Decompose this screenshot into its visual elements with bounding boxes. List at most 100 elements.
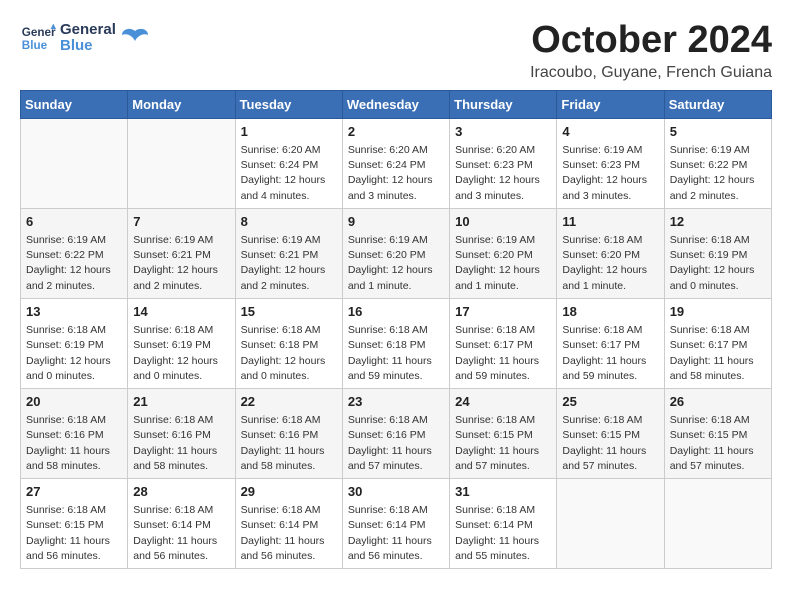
- day-info: Sunrise: 6:18 AM Sunset: 6:16 PM Dayligh…: [348, 413, 444, 474]
- day-number: 27: [26, 483, 122, 501]
- day-number: 15: [241, 303, 337, 321]
- day-info: Sunrise: 6:19 AM Sunset: 6:23 PM Dayligh…: [562, 143, 658, 204]
- main-title: October 2024: [530, 20, 772, 62]
- calendar-day-19: 19 Sunrise: 6:18 AM Sunset: 6:17 PM Dayli…: [664, 298, 771, 388]
- calendar-day-9: 9 Sunrise: 6:19 AM Sunset: 6:20 PM Daylig…: [342, 208, 449, 298]
- calendar-day-14: 14Sunrise: 6:18 AM Sunset: 6:19 PM Dayli…: [128, 298, 235, 388]
- day-info: Sunrise: 6:18 AM Sunset: 6:17 PM Dayligh…: [670, 323, 766, 384]
- day-info: Sunrise: 6:19 AM Sunset: 6:20 PM Dayligh…: [348, 233, 444, 294]
- subtitle: Iracoubo, Guyane, French Guiana: [530, 64, 772, 82]
- day-number: 10: [455, 213, 551, 231]
- calendar-day-25: 25 Sunrise: 6:18 AM Sunset: 6:15 PM Dayli…: [557, 388, 664, 478]
- day-header-saturday: Saturday: [664, 90, 771, 118]
- calendar-day-2: 2 Sunrise: 6:20 AM Sunset: 6:24 PM Daylig…: [342, 118, 449, 208]
- day-number: 31: [455, 483, 551, 501]
- day-info: Sunrise: 6:18 AM Sunset: 6:15 PM Dayligh…: [562, 413, 658, 474]
- day-number: 26: [670, 393, 766, 411]
- day-info: Sunrise: 6:19 AM Sunset: 6:22 PM Dayligh…: [26, 233, 122, 294]
- day-header-monday: Monday: [128, 90, 235, 118]
- logo-swoosh-icon: [120, 23, 150, 53]
- calendar-day-18: 18Sunrise: 6:18 AM Sunset: 6:17 PM Dayli…: [557, 298, 664, 388]
- day-number: 25: [562, 393, 658, 411]
- calendar-day-20: 20 Sunrise: 6:18 AM Sunset: 6:16 PM Dayli…: [21, 388, 128, 478]
- calendar-day-1: 1 Sunrise: 6:20 AM Sunset: 6:24 PM Daylig…: [235, 118, 342, 208]
- calendar-day-3: 3 Sunrise: 6:20 AM Sunset: 6:23 PM Daylig…: [450, 118, 557, 208]
- calendar-week-row: 27Sunrise: 6:18 AM Sunset: 6:15 PM Dayli…: [21, 479, 772, 569]
- calendar-day-15: 15 Sunrise: 6:18 AM Sunset: 6:18 PM Dayli…: [235, 298, 342, 388]
- day-number: 13: [26, 303, 122, 321]
- day-number: 22: [241, 393, 337, 411]
- calendar-day-5: 5 Sunrise: 6:19 AM Sunset: 6:22 PM Daylig…: [664, 118, 771, 208]
- calendar-day-24: 24 Sunrise: 6:18 AM Sunset: 6:15 PM Dayli…: [450, 388, 557, 478]
- page-header: General Blue General Blue October 2024 I…: [20, 20, 772, 82]
- day-info: Sunrise: 6:18 AM Sunset: 6:15 PM Dayligh…: [670, 413, 766, 474]
- day-info: Sunrise: 6:18 AM Sunset: 6:14 PM Dayligh…: [241, 503, 337, 564]
- day-info: Sunrise: 6:18 AM Sunset: 6:18 PM Dayligh…: [241, 323, 337, 384]
- day-number: 2: [348, 123, 444, 141]
- day-number: 17: [455, 303, 551, 321]
- day-number: 9: [348, 213, 444, 231]
- day-number: 14: [133, 303, 229, 321]
- calendar-day-4: 4Sunrise: 6:19 AM Sunset: 6:23 PM Daylig…: [557, 118, 664, 208]
- day-number: 1: [241, 123, 337, 141]
- svg-text:Blue: Blue: [22, 39, 48, 52]
- day-info: Sunrise: 6:18 AM Sunset: 6:16 PM Dayligh…: [26, 413, 122, 474]
- title-block: October 2024 Iracoubo, Guyane, French Gu…: [530, 20, 772, 82]
- day-info: Sunrise: 6:18 AM Sunset: 6:15 PM Dayligh…: [455, 413, 551, 474]
- day-number: 12: [670, 213, 766, 231]
- day-info: Sunrise: 6:19 AM Sunset: 6:22 PM Dayligh…: [670, 143, 766, 204]
- day-number: 16: [348, 303, 444, 321]
- svg-text:General: General: [22, 26, 56, 39]
- day-info: Sunrise: 6:18 AM Sunset: 6:19 PM Dayligh…: [670, 233, 766, 294]
- day-info: Sunrise: 6:20 AM Sunset: 6:24 PM Dayligh…: [241, 143, 337, 204]
- calendar-week-row: 1 Sunrise: 6:20 AM Sunset: 6:24 PM Daylig…: [21, 118, 772, 208]
- calendar-day-7: 7 Sunrise: 6:19 AM Sunset: 6:21 PM Daylig…: [128, 208, 235, 298]
- calendar-day-8: 8 Sunrise: 6:19 AM Sunset: 6:21 PM Daylig…: [235, 208, 342, 298]
- day-number: 23: [348, 393, 444, 411]
- calendar-day-12: 12 Sunrise: 6:18 AM Sunset: 6:19 PM Dayli…: [664, 208, 771, 298]
- day-info: Sunrise: 6:19 AM Sunset: 6:21 PM Dayligh…: [241, 233, 337, 294]
- calendar-day-26: 26 Sunrise: 6:18 AM Sunset: 6:15 PM Dayli…: [664, 388, 771, 478]
- day-info: Sunrise: 6:20 AM Sunset: 6:24 PM Dayligh…: [348, 143, 444, 204]
- calendar-empty-cell: [557, 479, 664, 569]
- day-header-sunday: Sunday: [21, 90, 128, 118]
- day-header-friday: Friday: [557, 90, 664, 118]
- day-number: 19: [670, 303, 766, 321]
- day-number: 11: [562, 213, 658, 231]
- day-number: 7: [133, 213, 229, 231]
- calendar-empty-cell: [21, 118, 128, 208]
- calendar-day-6: 6Sunrise: 6:19 AM Sunset: 6:22 PM Daylig…: [21, 208, 128, 298]
- day-header-wednesday: Wednesday: [342, 90, 449, 118]
- calendar-day-29: 29 Sunrise: 6:18 AM Sunset: 6:14 PM Dayli…: [235, 479, 342, 569]
- day-number: 5: [670, 123, 766, 141]
- calendar-day-22: 22Sunrise: 6:18 AM Sunset: 6:16 PM Dayli…: [235, 388, 342, 478]
- logo-blue-text: Blue: [60, 37, 93, 54]
- day-info: Sunrise: 6:19 AM Sunset: 6:21 PM Dayligh…: [133, 233, 229, 294]
- calendar-day-13: 13Sunrise: 6:18 AM Sunset: 6:19 PM Dayli…: [21, 298, 128, 388]
- calendar-day-17: 17 Sunrise: 6:18 AM Sunset: 6:17 PM Dayli…: [450, 298, 557, 388]
- day-number: 30: [348, 483, 444, 501]
- day-info: Sunrise: 6:18 AM Sunset: 6:14 PM Dayligh…: [133, 503, 229, 564]
- calendar-header-row: SundayMondayTuesdayWednesdayThursdayFrid…: [21, 90, 772, 118]
- calendar-table: SundayMondayTuesdayWednesdayThursdayFrid…: [20, 90, 772, 569]
- calendar-day-23: 23 Sunrise: 6:18 AM Sunset: 6:16 PM Dayli…: [342, 388, 449, 478]
- day-number: 29: [241, 483, 337, 501]
- day-info: Sunrise: 6:19 AM Sunset: 6:20 PM Dayligh…: [455, 233, 551, 294]
- day-info: Sunrise: 6:20 AM Sunset: 6:23 PM Dayligh…: [455, 143, 551, 204]
- day-info: Sunrise: 6:18 AM Sunset: 6:17 PM Dayligh…: [455, 323, 551, 384]
- day-number: 21: [133, 393, 229, 411]
- day-number: 8: [241, 213, 337, 231]
- calendar-week-row: 20 Sunrise: 6:18 AM Sunset: 6:16 PM Dayli…: [21, 388, 772, 478]
- day-number: 20: [26, 393, 122, 411]
- calendar-day-11: 11 Sunrise: 6:18 AM Sunset: 6:20 PM Dayli…: [557, 208, 664, 298]
- calendar-week-row: 6Sunrise: 6:19 AM Sunset: 6:22 PM Daylig…: [21, 208, 772, 298]
- day-number: 3: [455, 123, 551, 141]
- calendar-day-28: 28 Sunrise: 6:18 AM Sunset: 6:14 PM Dayli…: [128, 479, 235, 569]
- day-number: 18: [562, 303, 658, 321]
- calendar-day-10: 10 Sunrise: 6:19 AM Sunset: 6:20 PM Dayli…: [450, 208, 557, 298]
- day-info: Sunrise: 6:18 AM Sunset: 6:20 PM Dayligh…: [562, 233, 658, 294]
- calendar-empty-cell: [664, 479, 771, 569]
- day-number: 28: [133, 483, 229, 501]
- logo: General Blue General Blue: [20, 20, 150, 56]
- day-number: 24: [455, 393, 551, 411]
